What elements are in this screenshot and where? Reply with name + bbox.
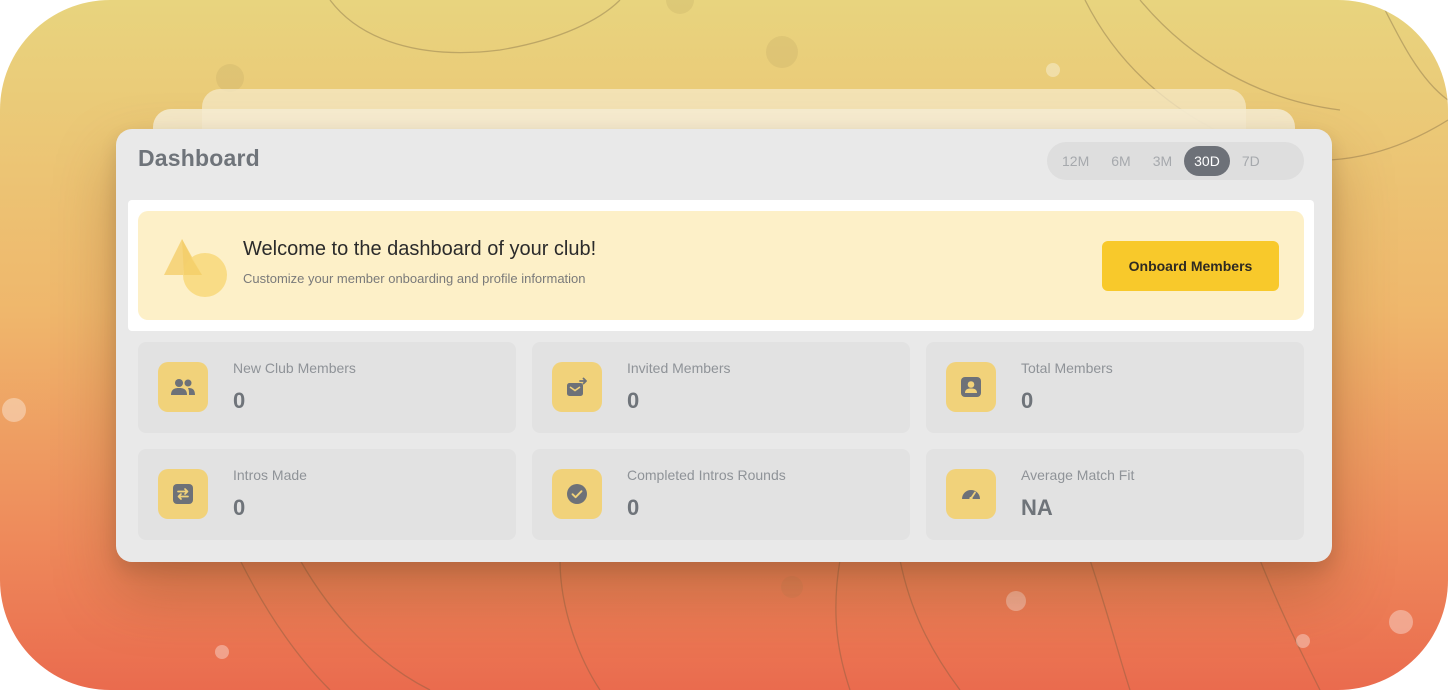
stat-label: Invited Members xyxy=(627,360,731,376)
welcome-banner-frame: Welcome to the dashboard of your club! C… xyxy=(128,200,1314,331)
welcome-subtitle: Customize your member onboarding and pro… xyxy=(243,271,586,286)
stat-value: 0 xyxy=(627,495,640,520)
page-title: Dashboard xyxy=(138,145,260,171)
period-option-12m[interactable]: 12M xyxy=(1052,146,1099,176)
stat-card-new-club-members: New Club Members 0 xyxy=(138,342,516,433)
period-option-7d[interactable]: 7D xyxy=(1232,146,1270,176)
shapes-illustration-icon xyxy=(162,237,228,304)
stat-label: New Club Members xyxy=(233,360,356,376)
stat-card-invited-members: Invited Members 0 xyxy=(532,342,910,433)
stat-value: NA xyxy=(1021,495,1053,520)
stat-label: Intros Made xyxy=(233,467,307,483)
stat-label: Completed Intros Rounds xyxy=(627,467,786,483)
stat-label: Total Members xyxy=(1021,360,1113,376)
check-circle-icon xyxy=(552,469,602,519)
stat-card-intros-made: Intros Made 0 xyxy=(138,449,516,540)
welcome-title: Welcome to the dashboard of your club! xyxy=(243,238,597,260)
gauge-icon xyxy=(946,469,996,519)
period-option-3m[interactable]: 3M xyxy=(1143,146,1182,176)
dashboard-card: Dashboard 12M 6M 3M 30D 7D Welcome to th… xyxy=(116,129,1332,562)
mail-send-icon xyxy=(552,362,602,412)
swap-icon xyxy=(158,469,208,519)
member-badge-icon xyxy=(946,362,996,412)
stat-card-completed-intros-rounds: Completed Intros Rounds 0 xyxy=(532,449,910,540)
stat-label: Average Match Fit xyxy=(1021,467,1135,483)
stat-value: 0 xyxy=(1021,388,1034,413)
onboard-members-button[interactable]: Onboard Members xyxy=(1102,241,1279,291)
period-option-6m[interactable]: 6M xyxy=(1101,146,1140,176)
group-icon xyxy=(158,362,208,412)
stat-value: 0 xyxy=(233,388,246,413)
period-selector: 12M 6M 3M 30D 7D xyxy=(1047,142,1304,180)
welcome-banner: Welcome to the dashboard of your club! C… xyxy=(138,211,1304,320)
stat-card-total-members: Total Members 0 xyxy=(926,342,1304,433)
stat-card-average-match-fit: Average Match Fit NA xyxy=(926,449,1304,540)
stat-value: 0 xyxy=(233,495,246,520)
period-option-30d[interactable]: 30D xyxy=(1184,146,1230,176)
stat-value: 0 xyxy=(627,388,640,413)
